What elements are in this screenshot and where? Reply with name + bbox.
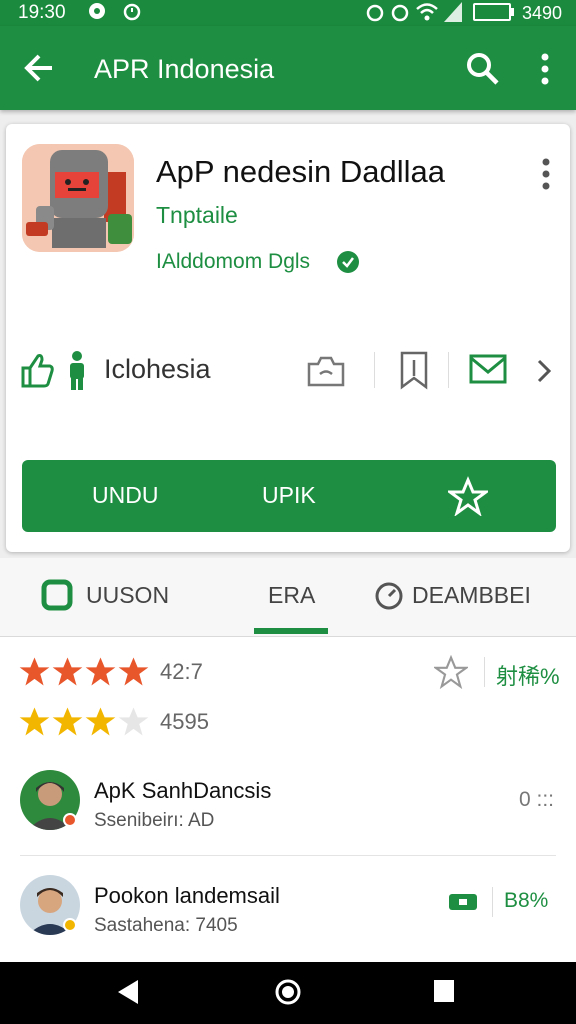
reviews-panel: 42:7 射稀% 4595 ApK SanhDancsis Ssenibeirı… xyxy=(0,637,576,962)
wifi-icon xyxy=(416,3,438,21)
back-arrow-icon[interactable] xyxy=(20,48,60,88)
badge-icon xyxy=(63,813,77,827)
tab-label: ERA xyxy=(268,582,316,608)
clock-icon xyxy=(375,582,403,610)
bookmark-icon[interactable] xyxy=(398,350,430,390)
notification-icon xyxy=(89,3,105,19)
rating-stars-row-1 xyxy=(18,655,150,691)
review-meta: Ssenibeirı: AD xyxy=(94,810,215,831)
tab-uuson[interactable]: UUSON xyxy=(40,558,190,636)
star-outline-icon[interactable] xyxy=(434,655,468,689)
star-icon xyxy=(52,707,83,736)
rating-stars-row-2 xyxy=(18,705,150,741)
notification-icons xyxy=(86,0,143,23)
alarm-clock-icon xyxy=(366,4,384,22)
star-icon xyxy=(85,657,116,686)
app-category-link[interactable]: Tnptaile xyxy=(156,202,238,229)
divider xyxy=(374,352,375,388)
install-button[interactable]: UNDU UPIK xyxy=(22,460,556,532)
chevron-right-icon[interactable] xyxy=(534,356,554,386)
battery-text: 3490 xyxy=(521,3,562,23)
recents-square-icon[interactable] xyxy=(432,978,456,1004)
tab-bar: UUSON ERA DEAMBBEI xyxy=(0,558,576,637)
page-title: APR Indonesia xyxy=(94,54,275,84)
overflow-menu-icon[interactable] xyxy=(530,50,560,88)
developer-link[interactable]: IAlddomom Dgls xyxy=(156,250,310,274)
divider xyxy=(448,352,449,388)
divider xyxy=(492,887,493,917)
app-meta-row: Iclohesia xyxy=(6,346,570,394)
battery-icon xyxy=(472,3,514,21)
thumbs-up-icon[interactable] xyxy=(20,352,54,388)
alarm-icon xyxy=(123,3,141,21)
review-stat: B8% xyxy=(504,889,549,912)
star-empty-icon xyxy=(118,707,149,736)
review-item[interactable]: ApK SanhDancsis Ssenibeirı: AD 0 ::: xyxy=(20,770,556,860)
tab-label: UUSON xyxy=(86,582,170,608)
app-name: ApP nedesin Dadllaa xyxy=(156,154,445,189)
system-nav-bar xyxy=(0,962,576,1024)
signal-icon xyxy=(443,2,462,22)
square-icon xyxy=(41,579,73,611)
badge-icon xyxy=(63,918,77,932)
alarm-clock-icon-2 xyxy=(391,4,409,22)
review-meta: Sastahena: 7405 xyxy=(94,915,238,936)
robot-icon xyxy=(22,144,134,252)
divider xyxy=(20,855,556,856)
card-overflow-icon[interactable] xyxy=(536,156,556,192)
home-circle-icon[interactable] xyxy=(274,978,302,1006)
install-button-label-left: UNDU xyxy=(92,482,159,508)
star-icon xyxy=(85,707,116,736)
region-label: Iclohesia xyxy=(104,354,211,384)
camera-icon[interactable] xyxy=(306,354,346,388)
star-icon xyxy=(52,657,83,686)
tab-deambbei[interactable]: DEAMBBEI xyxy=(372,558,572,636)
green-tag-icon xyxy=(449,894,477,910)
status-bar: 19:30 3490 xyxy=(0,0,576,26)
mail-icon[interactable] xyxy=(468,352,508,386)
rating-value-2: 4595 xyxy=(160,709,209,734)
star-icon xyxy=(19,657,50,686)
tab-label: DEAMBBEI xyxy=(412,582,531,608)
reviewer-name: Pookon landemsail xyxy=(94,883,280,908)
star-icon xyxy=(118,657,149,686)
person-icon[interactable] xyxy=(64,350,90,390)
rating-value-1: 42:7 xyxy=(160,659,203,684)
rating-percent: 射稀% xyxy=(496,664,560,689)
install-button-label-middle: UPIK xyxy=(262,482,316,508)
review-stat: 0 ::: xyxy=(518,788,554,811)
back-triangle-icon[interactable] xyxy=(116,978,140,1006)
divider xyxy=(484,657,485,687)
tab-active-indicator xyxy=(254,628,328,634)
status-right: 3490 xyxy=(365,2,562,24)
app-bar: APR Indonesia xyxy=(0,26,576,110)
verified-badge-icon xyxy=(337,251,359,273)
review-item[interactable]: Pookon landemsail Sastahena: 7405 B8% xyxy=(20,875,556,965)
star-icon xyxy=(19,707,50,736)
star-outline-icon[interactable] xyxy=(448,476,488,516)
search-icon[interactable] xyxy=(462,48,502,88)
app-info-card: ApP nedesin Dadllaa Tnptaile IAlddomom D… xyxy=(6,124,570,552)
tab-era[interactable]: ERA xyxy=(254,558,344,636)
app-icon xyxy=(22,144,134,252)
reviewer-name: ApK SanhDancsis xyxy=(94,778,272,803)
status-time: 19:30 xyxy=(18,2,66,23)
